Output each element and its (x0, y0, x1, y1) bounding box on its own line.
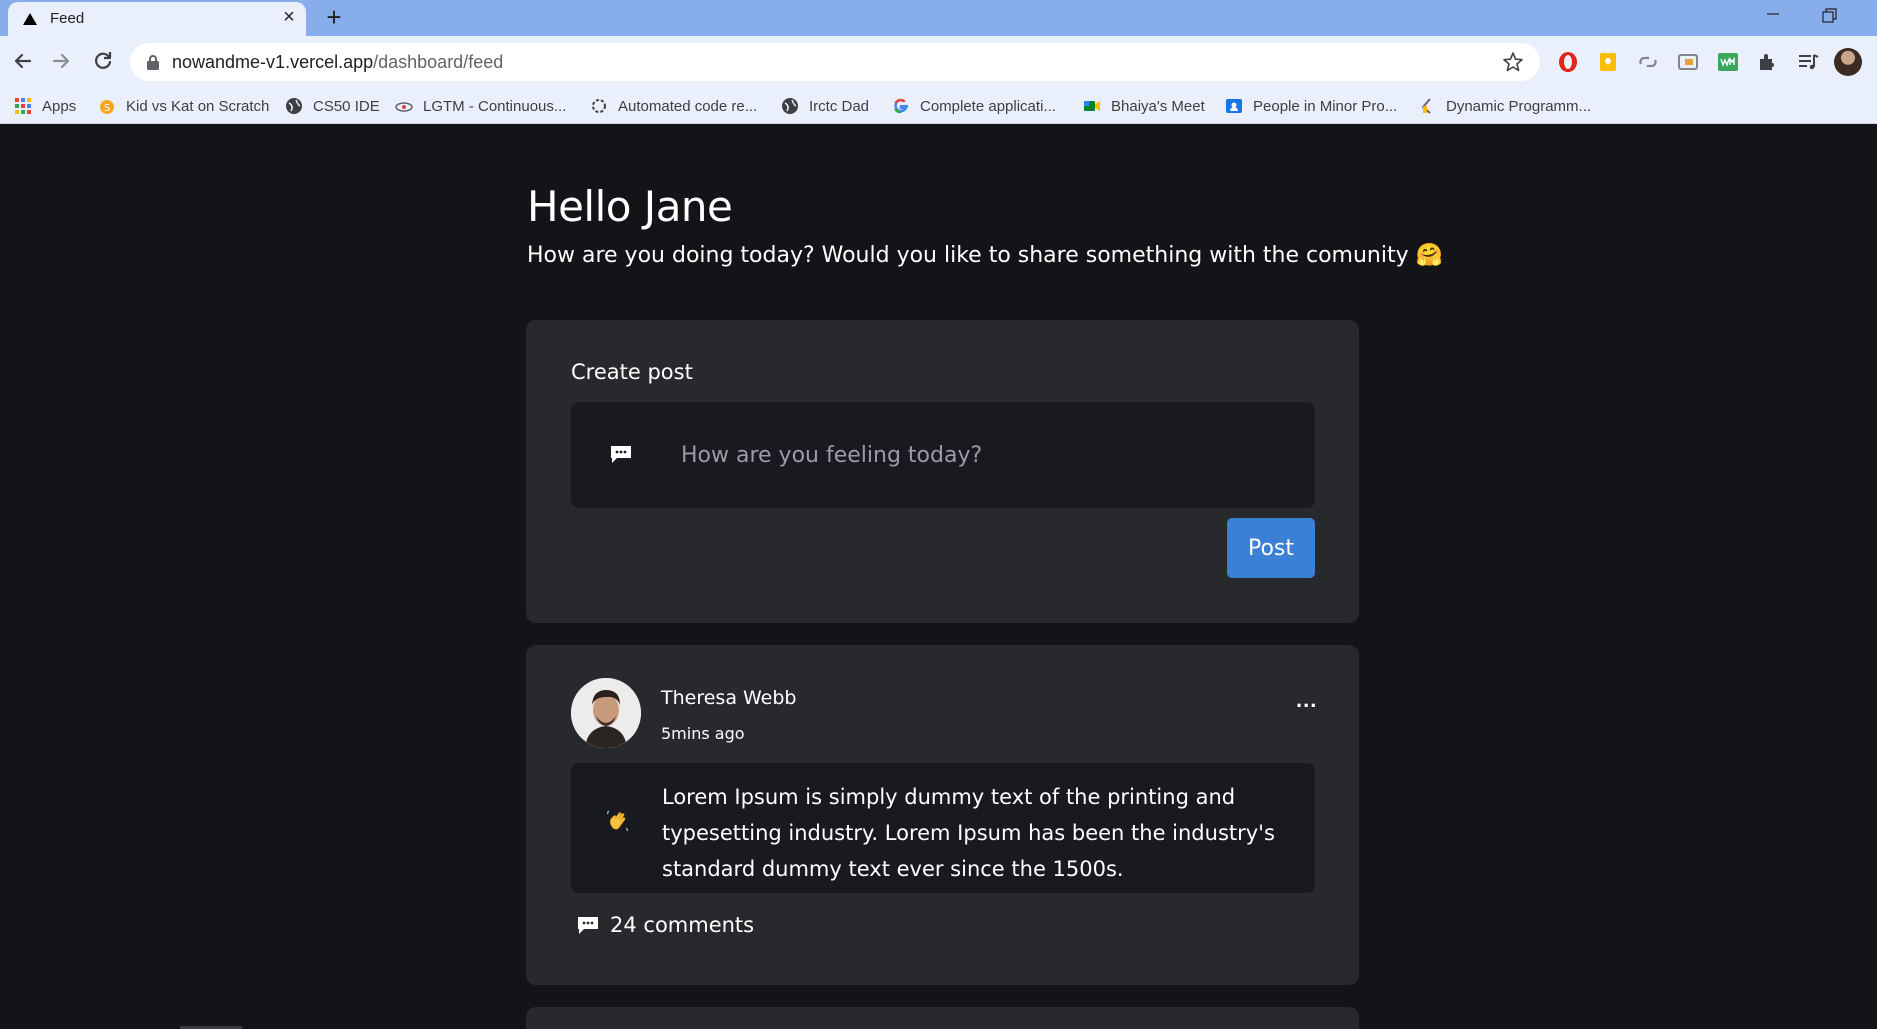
contacts-icon (1226, 99, 1242, 113)
post-input[interactable] (681, 435, 1281, 475)
reload-icon[interactable] (88, 46, 118, 76)
comment-bubble-icon (578, 917, 598, 934)
google-icon (894, 98, 908, 114)
post-input-container[interactable] (571, 402, 1315, 508)
bookmark-kid-vs-kat[interactable]: S Kid vs Kat on Scratch (98, 88, 269, 124)
comments-link[interactable]: 24 comments (576, 913, 754, 937)
bookmark-label: Automated code re... (618, 97, 758, 115)
back-arrow-icon[interactable] (8, 46, 38, 76)
bookmark-dynamic-programming[interactable]: Dynamic Programm... (1418, 88, 1591, 124)
meet-icon (1084, 101, 1100, 111)
post-author-name[interactable]: Theresa Webb (661, 687, 797, 709)
post-text: Lorem Ipsum is simply dummy text of the … (662, 785, 1275, 881)
apps-grid-icon (15, 98, 31, 114)
chat-bubble-icon (611, 446, 631, 463)
lock-icon[interactable] (146, 54, 160, 70)
bookmark-bhaiyas-meet[interactable]: Bhaiya's Meet (1083, 88, 1205, 124)
opera-extension-icon[interactable] (1556, 50, 1580, 74)
post-button[interactable]: Post (1227, 518, 1315, 578)
author-photo (571, 678, 641, 748)
cast-extension-icon[interactable] (1676, 50, 1700, 74)
keep-extension-icon[interactable] (1596, 50, 1620, 74)
reading-list-icon[interactable] (1796, 50, 1820, 74)
bookmark-label: Dynamic Programm... (1446, 97, 1592, 115)
bookmark-label: LGTM - Continuous... (423, 97, 567, 115)
address-bar[interactable]: nowandme-v1.vercel.app/dashboard/feed (130, 43, 1540, 81)
bookmark-star-icon[interactable] (1502, 51, 1524, 73)
window-restore-icon[interactable] (1818, 5, 1840, 27)
bookmark-irctc-dad[interactable]: Irctc Dad (781, 88, 869, 124)
waving-hand-icon (607, 810, 628, 832)
browser-tab-strip: Feed × + (0, 0, 1877, 36)
page-subtitle: How are you doing today? Would you like … (527, 243, 1444, 268)
next-post-card (526, 1007, 1359, 1029)
globe-icon (286, 98, 302, 114)
codeforces-icon (1421, 98, 1431, 114)
bookmark-automated-code[interactable]: Automated code re... (590, 88, 757, 124)
lgtm-icon (395, 102, 413, 112)
bookmark-lgtm[interactable]: LGTM - Continuous... (395, 88, 566, 124)
link-extension-icon[interactable] (1636, 50, 1660, 74)
comments-count: 24 comments (610, 913, 755, 937)
bookmark-label: Irctc Dad (809, 97, 870, 115)
bookmark-label: Bhaiya's Meet (1111, 97, 1205, 115)
page-title: Hello Jane (527, 182, 733, 231)
post-timestamp: 5mins ago (661, 724, 745, 743)
bookmark-apps[interactable]: Apps (14, 88, 76, 124)
bookmark-label: Kid vs Kat on Scratch (126, 97, 270, 115)
loading-spinner-icon (592, 99, 606, 113)
url-host: nowandme-v1.vercel.app (172, 52, 374, 72)
tab-title: Feed (50, 10, 85, 27)
bookmarks-bar: Apps S Kid vs Kat on Scratch CS50 IDE LG… (0, 88, 1877, 124)
window-minimize-icon[interactable] (1762, 3, 1784, 25)
bookmark-cs50-ide[interactable]: CS50 IDE (285, 88, 380, 124)
svg-text:S: S (104, 103, 110, 114)
extensions-puzzle-icon[interactable] (1756, 50, 1780, 74)
url-path: /dashboard/feed (373, 52, 504, 72)
bookmark-label: CS50 IDE (313, 97, 380, 115)
globe-icon (782, 98, 798, 114)
url-text[interactable]: nowandme-v1.vercel.app/dashboard/feed (172, 52, 503, 73)
browser-toolbar: nowandme-v1.vercel.app/dashboard/feed (0, 36, 1877, 88)
feed-post-card: Theresa Webb 5mins ago ... Lorem Ipsum i… (526, 645, 1359, 985)
browser-tab-feed[interactable]: Feed × (8, 2, 306, 36)
author-avatar[interactable] (571, 678, 641, 748)
profile-avatar[interactable] (1834, 48, 1862, 76)
bookmark-label: Apps (42, 97, 77, 115)
vercel-triangle-icon (23, 13, 37, 25)
post-content-box: Lorem Ipsum is simply dummy text of the … (571, 763, 1315, 893)
scratch-icon: S (100, 100, 114, 114)
tab-close-icon[interactable]: × (278, 6, 300, 28)
create-post-card: Create post Post (526, 320, 1359, 623)
bookmark-label: People in Minor Pro... (1253, 97, 1398, 115)
bookmark-label: Complete applicati... (920, 97, 1056, 115)
create-post-title: Create post (571, 360, 693, 384)
new-tab-plus-icon[interactable]: + (320, 4, 348, 32)
feed-page: Hello Jane How are you doing today? Woul… (0, 125, 1877, 1029)
bookmark-complete-application[interactable]: Complete applicati... (892, 88, 1056, 124)
forward-arrow-icon[interactable] (46, 46, 76, 76)
post-more-options-icon[interactable]: ... (1296, 687, 1317, 713)
wm-extension-icon[interactable] (1716, 50, 1740, 74)
bookmark-people-in-minor[interactable]: People in Minor Pro... (1225, 88, 1397, 124)
